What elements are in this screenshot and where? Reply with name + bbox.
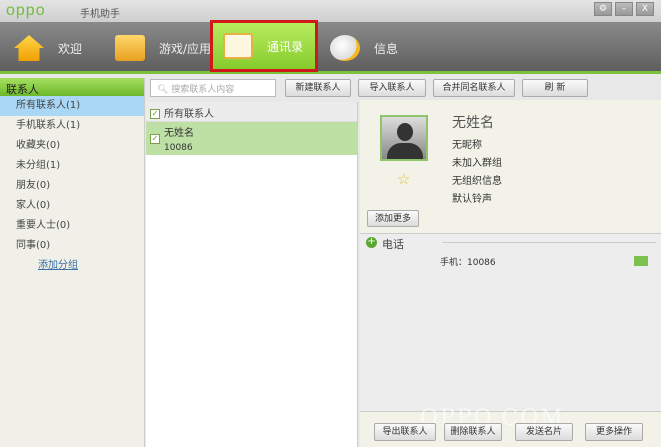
search-placeholder: 搜索联系人内容 <box>171 85 235 95</box>
nav-contacts[interactable]: 通讯录 <box>210 20 318 72</box>
settings-button[interactable]: ⚙ <box>594 2 612 16</box>
nav-label: 信息 <box>374 41 399 56</box>
nav-messages[interactable]: 信息 <box>330 22 398 74</box>
home-icon <box>14 35 44 61</box>
phone-section: + 电话 手机：10086 <box>360 233 661 411</box>
nav-welcome[interactable]: 欢迎 <box>14 22 82 74</box>
divider <box>442 242 656 243</box>
sidebar-item-phone[interactable]: 手机联系人(1) <box>0 116 144 136</box>
detail-group: 未加入群组 <box>452 158 502 169</box>
title-bar: oppo 手机助手 ⚙ – X <box>0 0 661 22</box>
sidebar-item-all[interactable]: 所有联系人(1) <box>0 96 144 116</box>
app-title: 手机助手 <box>80 9 120 20</box>
sidebar-title: 联系人 <box>0 78 144 96</box>
detail-ringtone: 默认铃声 <box>452 194 492 205</box>
select-all-checkbox[interactable]: ✓ <box>150 109 160 119</box>
search-icon: 🔍︎ <box>157 85 172 95</box>
search-input[interactable]: 🔍︎ 搜索联系人内容 <box>150 79 276 97</box>
delete-contact-button[interactable]: 删除联系人 <box>444 423 502 441</box>
phone-number: 手机：10086 <box>440 258 496 268</box>
detail-name: 无姓名 <box>452 115 494 131</box>
detail-org: 无组织信息 <box>452 176 502 187</box>
list-header-label: 所有联系人 <box>164 109 214 120</box>
contact-row[interactable]: ✓ 无姓名 10086 <box>146 122 357 155</box>
nav-label: 通讯录 <box>267 39 304 54</box>
contact-number: 10086 <box>164 143 193 153</box>
contact-name: 无姓名 <box>164 128 194 139</box>
minimize-button[interactable]: – <box>615 2 633 16</box>
sidebar-item-vip[interactable]: 重要人士(0) <box>0 216 144 236</box>
merge-contacts-button[interactable]: 合并同名联系人 <box>433 79 515 97</box>
star-icon[interactable]: ☆ <box>397 170 410 188</box>
nav-label: 游戏/应用 <box>159 41 212 56</box>
phone-section-title: 电话 <box>382 238 404 251</box>
contacts-icon <box>223 33 253 59</box>
add-more-button[interactable]: 添加更多 <box>367 210 419 227</box>
nav-apps[interactable]: 游戏/应用 <box>115 22 211 74</box>
add-group-link[interactable]: 添加分组 <box>0 256 144 276</box>
send-sms-icon[interactable] <box>634 256 648 266</box>
nav-label: 欢迎 <box>58 41 83 56</box>
new-contact-button[interactable]: 新建联系人 <box>285 79 351 97</box>
contact-list: ✓ 所有联系人 ✓ 无姓名 10086 <box>146 102 358 447</box>
sidebar-item-colleagues[interactable]: 同事(0) <box>0 236 144 256</box>
more-actions-button[interactable]: 更多操作 <box>585 423 643 441</box>
list-header: ✓ 所有联系人 <box>146 102 357 122</box>
sidebar-item-friends[interactable]: 朋友(0) <box>0 176 144 196</box>
sidebar-item-favorites[interactable]: 收藏夹(0) <box>0 136 144 156</box>
main-nav: 欢迎 游戏/应用 通讯录 信息 <box>0 20 661 74</box>
sidebar: 联系人 所有联系人(1) 手机联系人(1) 收藏夹(0) 未分组(1) 朋友(0… <box>0 78 145 447</box>
refresh-button[interactable]: 刷 新 <box>522 79 588 97</box>
sidebar-item-ungrouped[interactable]: 未分组(1) <box>0 156 144 176</box>
contact-detail: ☆ 无姓名 无昵称 未加入群组 无组织信息 默认铃声 添加更多 <box>360 100 661 233</box>
action-bar: OPPO.COM 导出联系人 删除联系人 发送名片 更多操作 <box>360 406 661 447</box>
chat-icon <box>330 35 360 61</box>
sidebar-item-family[interactable]: 家人(0) <box>0 196 144 216</box>
oppo-logo: oppo <box>6 2 46 19</box>
contact-checkbox[interactable]: ✓ <box>150 134 160 144</box>
close-button[interactable]: X <box>636 2 654 16</box>
add-phone-icon[interactable]: + <box>366 237 377 248</box>
avatar[interactable] <box>380 115 428 161</box>
box-icon <box>115 35 145 61</box>
export-contacts-button[interactable]: 导出联系人 <box>374 423 436 441</box>
send-card-button[interactable]: 发送名片 <box>515 423 573 441</box>
detail-nickname: 无昵称 <box>452 140 482 151</box>
import-contact-button[interactable]: 导入联系人 <box>358 79 426 97</box>
